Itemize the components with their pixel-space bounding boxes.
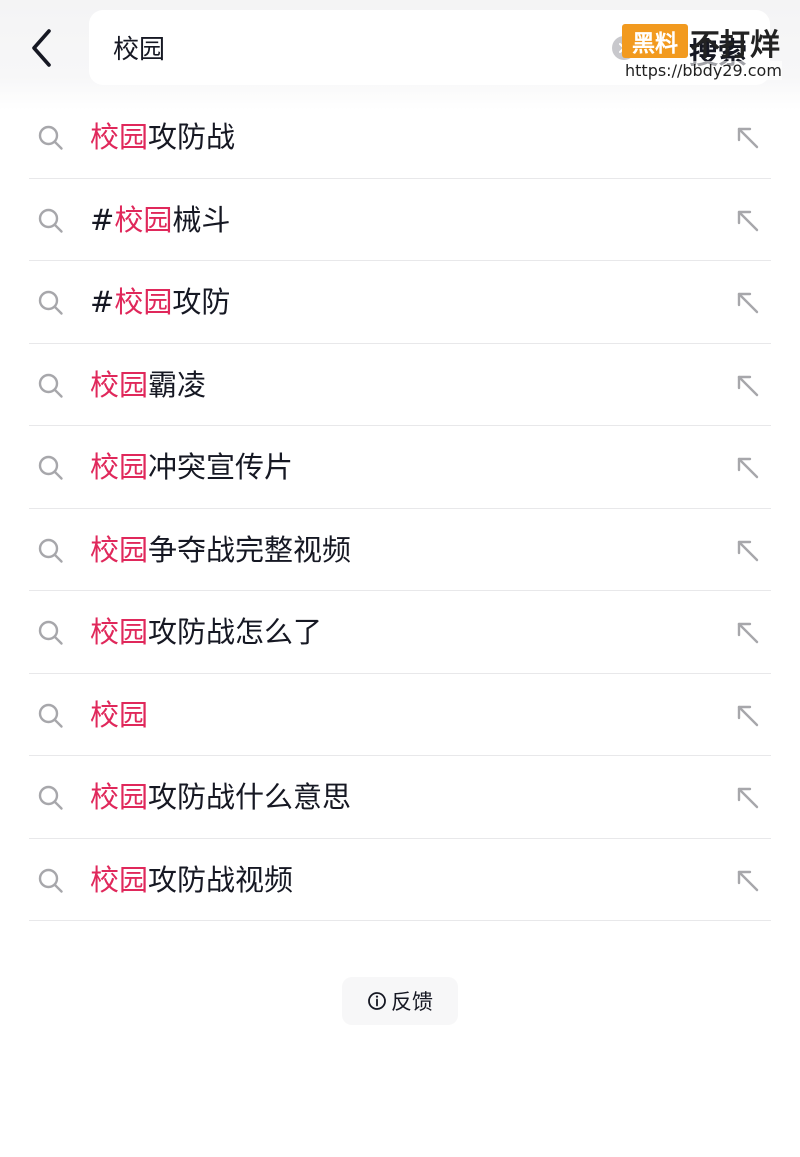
arrow-up-left-icon[interactable] — [734, 289, 762, 317]
watermark: 黑料 不打烊 https://bbdy29.com — [622, 24, 797, 84]
suggestion-rest: 攻防战 — [148, 120, 236, 154]
search-icon — [38, 208, 63, 233]
suggestion-item[interactable]: 校园攻防战什么意思 — [29, 756, 771, 839]
suggestion-item[interactable]: 校园攻防战怎么了 — [29, 591, 771, 674]
suggestion-text: 校园 — [90, 695, 148, 735]
watermark-url: https://bbdy29.com — [625, 61, 782, 80]
suggestion-item[interactable]: 校园 — [29, 674, 771, 756]
suggestion-text: #校园攻防 — [90, 282, 230, 322]
arrow-up-left-icon[interactable] — [734, 784, 762, 812]
arrow-up-left-icon[interactable] — [734, 537, 762, 565]
suggestion-text: 校园冲突宣传片 — [90, 447, 293, 487]
arrow-up-left-icon[interactable] — [734, 702, 762, 730]
suggestion-highlight: 校园 — [90, 780, 149, 814]
suggestion-text: 校园攻防战什么意思 — [90, 777, 351, 817]
watermark-title: 不打烊 — [690, 28, 780, 63]
suggestion-highlight: 校园 — [90, 532, 149, 567]
suggestion-rest: 冲突宣传片 — [148, 450, 294, 484]
suggestion-text: #校园械斗 — [90, 200, 230, 240]
arrow-up-left-icon[interactable] — [734, 124, 762, 152]
suggestion-text: 校园攻防战怎么了 — [90, 612, 322, 652]
suggestion-prefix: # — [90, 202, 115, 237]
arrow-up-left-icon[interactable] — [734, 372, 762, 400]
suggestion-rest: 争夺战完整视频 — [148, 532, 352, 567]
suggestion-text: 校园攻防战视频 — [90, 860, 293, 900]
search-icon — [38, 868, 63, 893]
suggestion-text: 校园争夺战完整视频 — [90, 530, 351, 570]
feedback-label: 反馈 — [391, 990, 433, 1014]
suggestion-rest: 攻防战怎么了 — [148, 615, 323, 649]
watermark-badge: 黑料 — [622, 24, 688, 58]
suggestion-highlight: 校园 — [114, 202, 173, 237]
suggestion-rest: 霸凌 — [148, 367, 207, 402]
suggestion-highlight: 校园 — [90, 450, 149, 484]
suggestion-item[interactable]: #校园攻防 — [29, 261, 771, 344]
suggestion-rest: 攻防 — [172, 285, 231, 319]
suggestion-item[interactable]: 校园攻防战视频 — [29, 839, 771, 921]
search-icon — [38, 290, 63, 315]
search-icon — [38, 373, 63, 398]
suggestion-item[interactable]: 校园攻防战 — [29, 96, 771, 179]
info-icon — [368, 992, 386, 1010]
suggestion-highlight: 校园 — [114, 285, 173, 319]
arrow-up-left-icon[interactable] — [734, 207, 762, 235]
search-icon — [38, 703, 63, 728]
suggestion-highlight: 校园 — [90, 120, 149, 154]
chevron-left-icon — [32, 29, 51, 67]
suggestion-prefix: # — [90, 285, 115, 319]
search-input[interactable] — [113, 10, 593, 85]
suggestion-text: 校园霸凌 — [90, 365, 206, 405]
suggestion-item[interactable]: #校园械斗 — [29, 179, 771, 261]
suggestion-highlight: 校园 — [90, 697, 149, 732]
suggestion-rest: 攻防战视频 — [148, 862, 294, 897]
back-button[interactable] — [22, 26, 62, 70]
suggestion-item[interactable]: 校园霸凌 — [29, 344, 771, 426]
search-icon — [38, 620, 63, 645]
suggestion-rest: 攻防战什么意思 — [148, 780, 352, 814]
search-icon — [38, 455, 63, 480]
suggestion-item[interactable]: 校园争夺战完整视频 — [29, 509, 771, 591]
suggestion-rest: 械斗 — [172, 202, 231, 237]
arrow-up-left-icon[interactable] — [734, 454, 762, 482]
feedback-button[interactable]: 反馈 — [342, 977, 458, 1025]
arrow-up-left-icon[interactable] — [734, 867, 762, 895]
arrow-up-left-icon[interactable] — [734, 619, 762, 647]
search-icon — [38, 538, 63, 563]
search-icon — [38, 785, 63, 810]
suggestion-list: 校园攻防战 #校园械斗 #校园攻防 校园霸凌 校园冲突宣传片 校园争夺战完整视频 校园攻防战… — [29, 96, 771, 921]
suggestion-highlight: 校园 — [90, 367, 149, 402]
suggestion-text: 校园攻防战 — [90, 117, 235, 157]
suggestion-highlight: 校园 — [90, 615, 149, 649]
search-icon — [38, 125, 63, 150]
search-header: 搜索 黑料 不打烊 https://bbdy29.com — [0, 0, 800, 110]
suggestion-highlight: 校园 — [90, 862, 149, 897]
suggestion-item[interactable]: 校园冲突宣传片 — [29, 426, 771, 509]
